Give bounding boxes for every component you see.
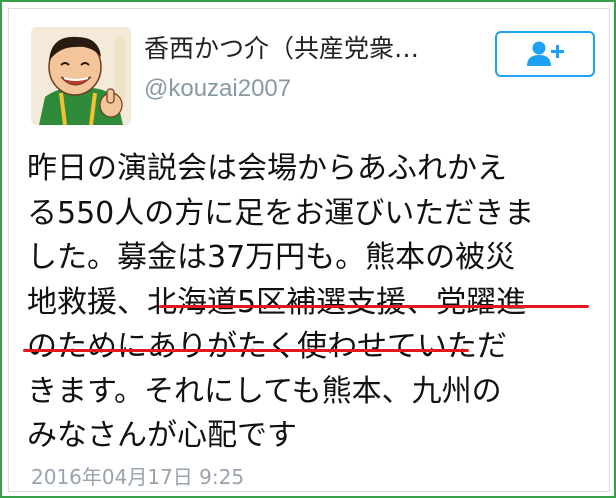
tweet-card: 香西かつ介（共産党衆… @kouzai2007 昨日の演説会は会場からあふれかえ…	[8, 8, 610, 492]
tweet-line: きます。それにしても熊本、九州の	[27, 373, 502, 409]
follow-button[interactable]	[495, 31, 595, 77]
avatar-caricature-image	[31, 27, 131, 125]
tweet-line: 昨日の演説会は会場からあふれかえ	[27, 151, 507, 186]
tweet-timestamp[interactable]: 2016年04月17日 9:25	[31, 461, 244, 490]
tweet-line: した。募金は37万円も。熊本の被災	[27, 240, 516, 275]
highlight-underline	[159, 305, 589, 308]
author-display-name[interactable]: 香西かつ介（共産党衆…	[144, 29, 419, 65]
tweet-text: 昨日の演説会は会場からあふれかえ る550人の方に足をお運びいただきま した。募…	[27, 147, 602, 459]
tweet-line: 地救援、北海道5区補選支援、党躍進	[27, 284, 527, 320]
author-handle[interactable]: @kouzai2007	[144, 75, 291, 103]
add-user-icon	[527, 41, 564, 66]
tweet-line: る550人の方に足をお運びいただきま	[27, 195, 535, 231]
screenshot-frame: 香西かつ介（共産党衆… @kouzai2007 昨日の演説会は会場からあふれかえ…	[0, 0, 616, 498]
highlight-underline	[23, 349, 469, 352]
avatar[interactable]	[31, 27, 131, 125]
tweet-line: みなさんが心配です	[27, 418, 297, 453]
tweet-line: のためにありがたく使わせていただ	[27, 329, 507, 364]
